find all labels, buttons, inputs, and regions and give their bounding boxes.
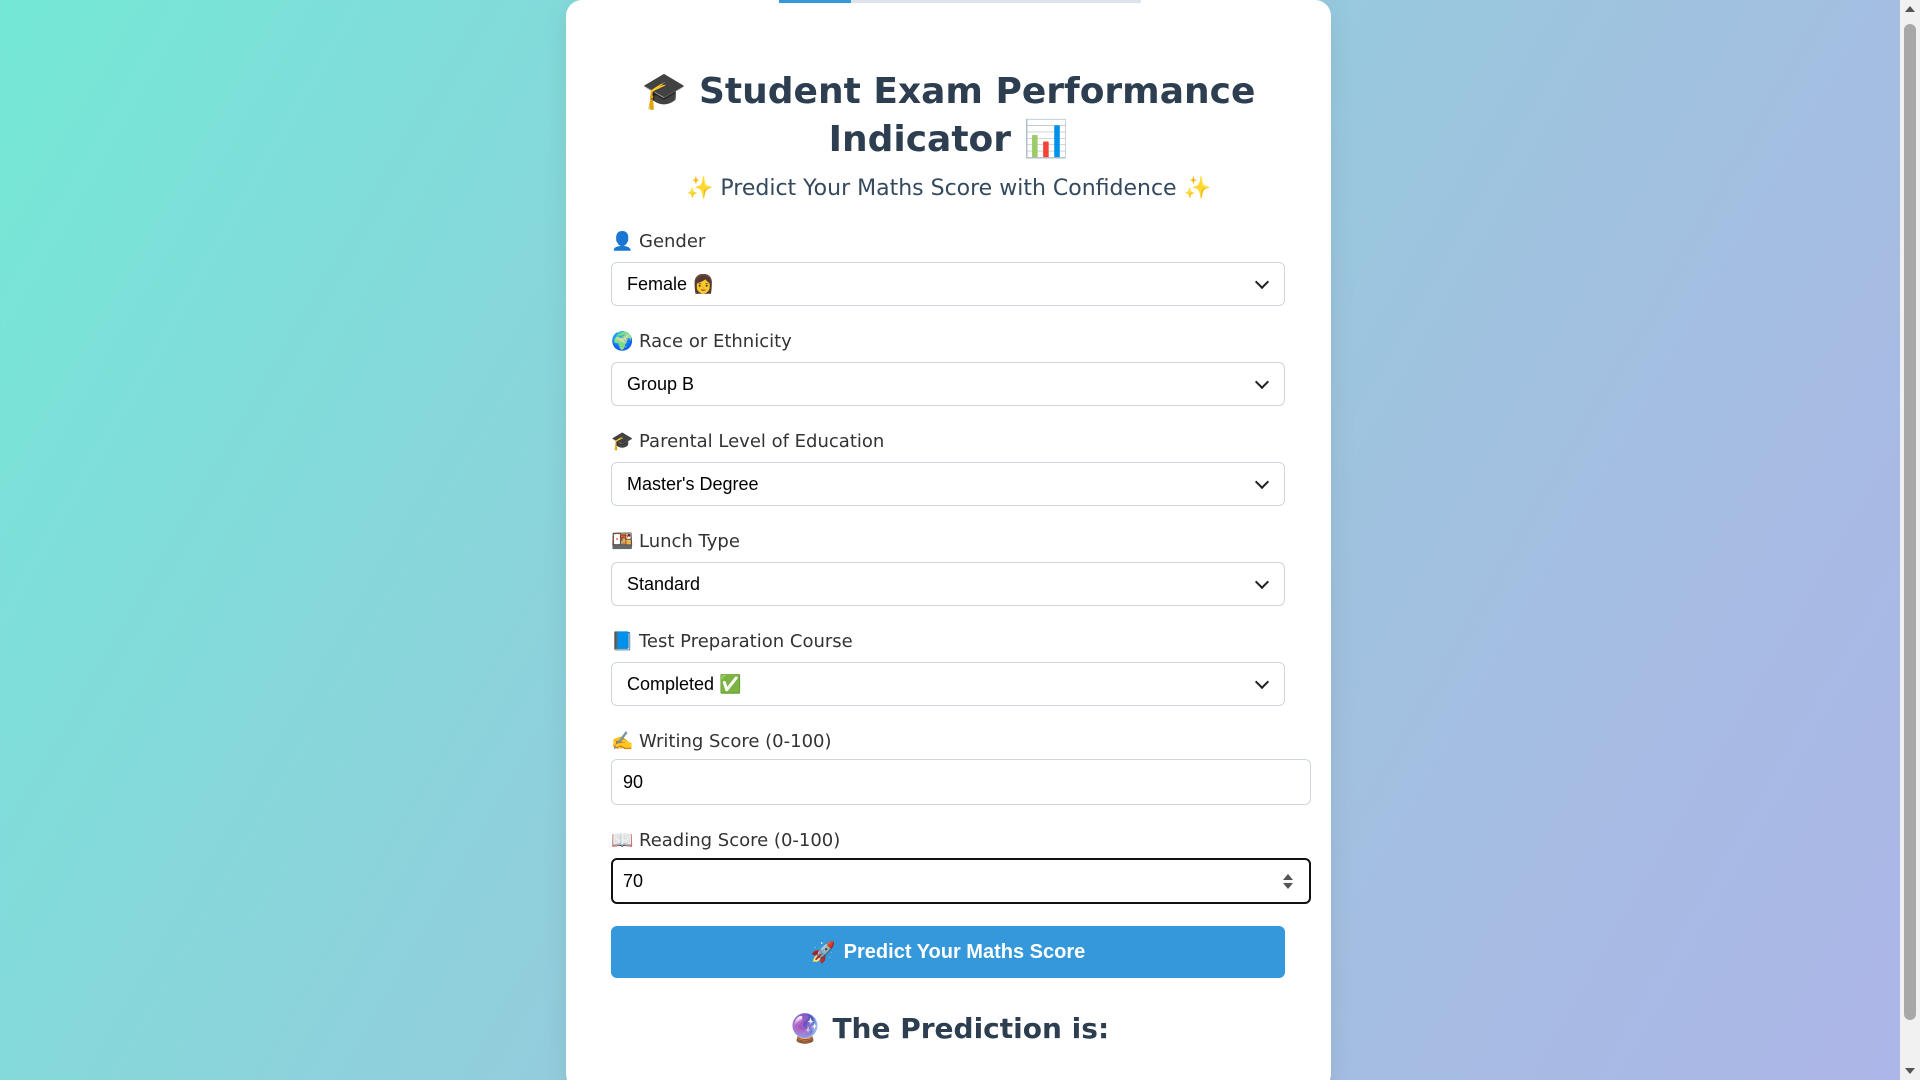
reading-score-label: 📖 Reading Score (0-100) xyxy=(611,830,840,851)
parental-education-select[interactable]: Master's Degree xyxy=(611,462,1285,506)
top-progress-indicator xyxy=(779,0,851,3)
predict-button[interactable]: 🚀 Predict Your Maths Score xyxy=(611,926,1285,978)
lunch-label-text: Lunch Type xyxy=(639,531,740,552)
test-prep-select-value: Completed ✅ xyxy=(627,673,742,694)
chevron-down-icon xyxy=(1254,374,1270,389)
person-icon: 👤 xyxy=(611,231,634,252)
bento-box-icon: 🍱 xyxy=(611,531,634,552)
reading-score-input-value: 70 xyxy=(623,870,644,891)
writing-score-label: ✍️ Writing Score (0-100) xyxy=(611,731,832,752)
test-prep-label: 📘 Test Preparation Course xyxy=(611,631,853,652)
gender-select[interactable]: Female 👩 xyxy=(611,262,1285,306)
number-stepper[interactable] xyxy=(1283,873,1293,889)
page-subtitle: ✨ Predict Your Maths Score with Confiden… xyxy=(606,176,1291,201)
page-subtitle-text: Predict Your Maths Score with Confidence xyxy=(720,176,1177,201)
race-select[interactable]: Group B xyxy=(611,362,1285,406)
bar-chart-icon: 📊 xyxy=(1023,119,1069,160)
chevron-down-icon xyxy=(1254,574,1270,589)
reading-score-label-text: Reading Score (0-100) xyxy=(639,830,841,851)
writing-score-label-text: Writing Score (0-100) xyxy=(639,731,832,752)
lunch-select-value: Standard xyxy=(627,573,701,594)
chevron-down-icon xyxy=(1254,274,1270,289)
lunch-label: 🍱 Lunch Type xyxy=(611,531,740,552)
prediction-heading-text: The Prediction is: xyxy=(832,1012,1110,1045)
sparkles-icon: ✨ xyxy=(1183,176,1211,201)
globe-icon: 🌍 xyxy=(611,331,634,352)
stepper-down-icon[interactable] xyxy=(1283,882,1293,889)
gender-select-value: Female 👩 xyxy=(627,273,715,294)
test-prep-label-text: Test Preparation Course xyxy=(639,631,853,652)
parental-education-label-text: Parental Level of Education xyxy=(639,431,885,452)
writing-hand-icon: ✍️ xyxy=(611,731,634,752)
vertical-scrollbar[interactable] xyxy=(1900,0,1920,1080)
test-prep-select[interactable]: Completed ✅ xyxy=(611,662,1285,706)
reading-score-input[interactable]: 70 xyxy=(611,858,1311,904)
page-title-text: Student Exam Performance Indicator xyxy=(699,71,1256,160)
parental-education-select-value: Master's Degree xyxy=(627,473,759,494)
scroll-down-icon[interactable] xyxy=(1905,1068,1915,1074)
predict-button-label: Predict Your Maths Score xyxy=(843,940,1086,963)
race-label: 🌍 Race or Ethnicity xyxy=(611,331,792,352)
open-book-icon: 📖 xyxy=(611,830,634,851)
stepper-up-icon[interactable] xyxy=(1283,873,1293,880)
page-title: 🎓 Student Exam Performance Indicator 📊 xyxy=(636,68,1261,164)
graduation-cap-icon: 🎓 xyxy=(641,71,687,112)
parental-education-label: 🎓 Parental Level of Education xyxy=(611,431,884,452)
lunch-select[interactable]: Standard xyxy=(611,562,1285,606)
sparkles-icon: ✨ xyxy=(685,176,714,201)
race-label-text: Race or Ethnicity xyxy=(639,331,792,352)
scroll-up-icon[interactable] xyxy=(1905,6,1915,12)
form-card: 🎓 Student Exam Performance Indicator 📊 ✨… xyxy=(566,0,1331,1080)
crystal-ball-icon: 🔮 xyxy=(787,1012,823,1045)
writing-score-input-value: 90 xyxy=(623,771,644,792)
graduation-cap-icon: 🎓 xyxy=(611,431,634,452)
gender-label-text: Gender xyxy=(639,231,706,252)
gender-label: 👤 Gender xyxy=(611,231,705,252)
writing-score-input[interactable]: 90 xyxy=(611,759,1311,805)
chevron-down-icon xyxy=(1254,474,1270,489)
rocket-icon: 🚀 xyxy=(810,941,836,964)
blue-book-icon: 📘 xyxy=(611,631,634,652)
chevron-down-icon xyxy=(1254,674,1270,689)
scrollbar-thumb[interactable] xyxy=(1904,24,1916,1020)
race-select-value: Group B xyxy=(627,373,695,394)
prediction-heading: 🔮 The Prediction is: xyxy=(606,1012,1291,1045)
